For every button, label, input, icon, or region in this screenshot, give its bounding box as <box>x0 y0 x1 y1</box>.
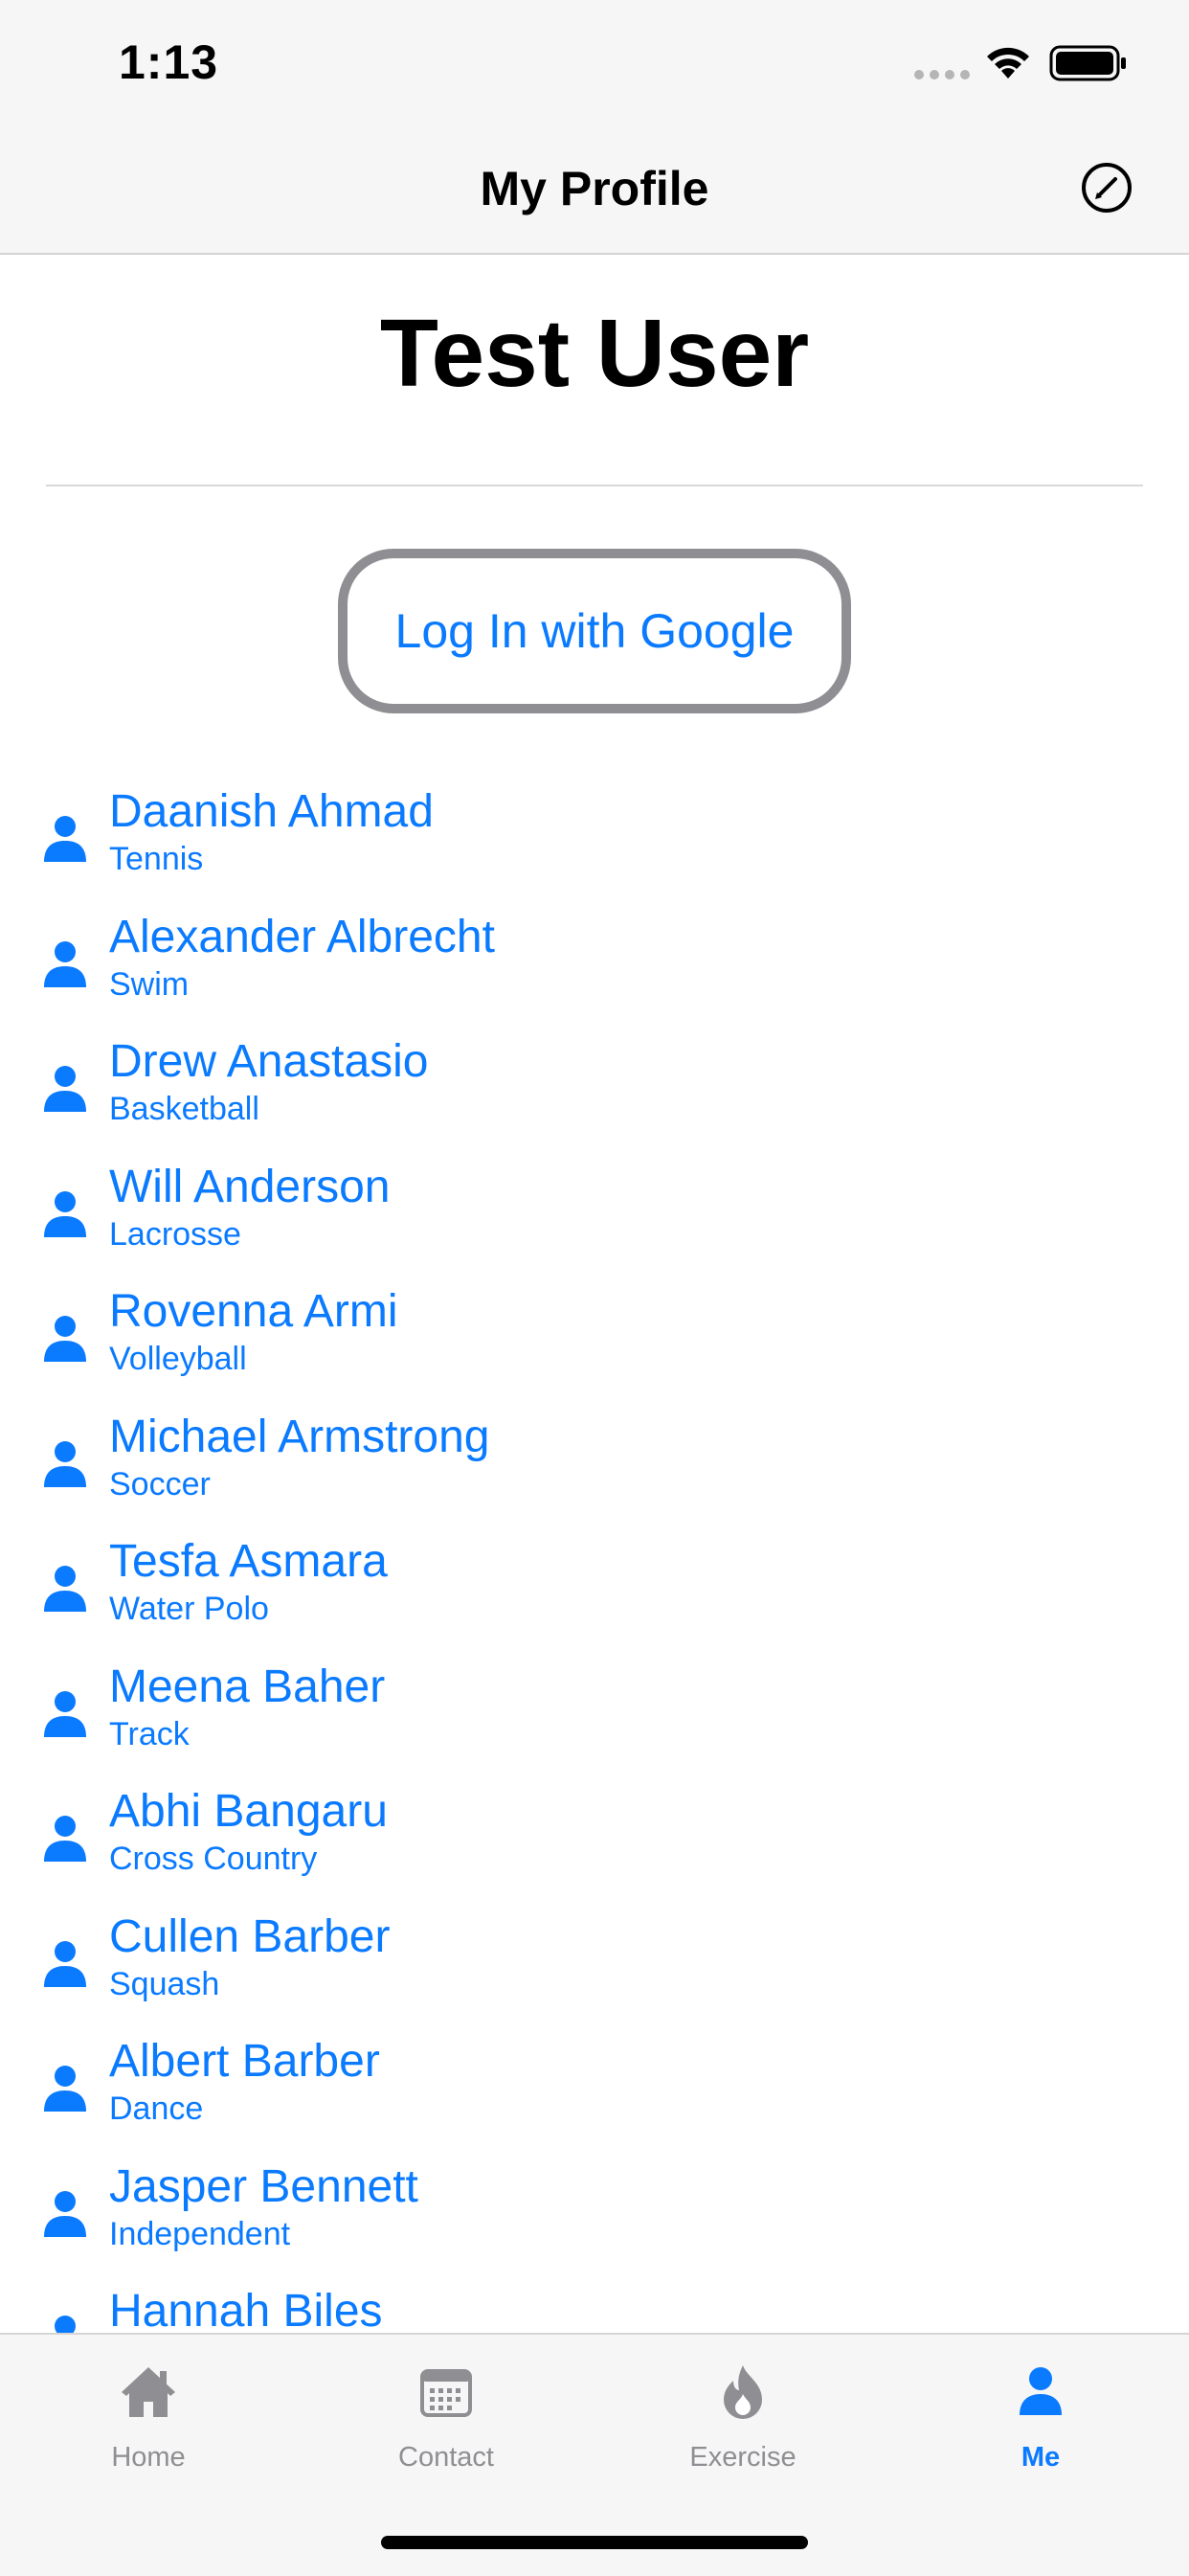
home-icon <box>122 2367 175 2417</box>
person-icon <box>44 1440 86 1487</box>
contact-name: Hannah Biles <box>109 2286 383 2337</box>
google-login-button[interactable]: Log In with Google <box>338 549 851 713</box>
contact-row[interactable]: Tesfa Asmara Water Polo <box>0 1535 1189 1661</box>
contact-sport: Track <box>109 1715 190 1752</box>
home-indicator <box>381 2536 808 2549</box>
cellular-signal-icon <box>914 70 970 79</box>
contact-name: Meena Baher <box>109 1661 386 1712</box>
contact-row[interactable]: Albert Barber Dance <box>0 2035 1189 2160</box>
contact-row[interactable]: Cullen Barber Squash <box>0 1910 1189 2036</box>
contact-row[interactable]: Daanish Ahmad Tennis <box>0 785 1189 911</box>
tab-contact[interactable]: Contact <box>350 2361 542 2474</box>
contact-sport: Tennis <box>109 841 204 877</box>
contact-name: Jasper Bennett <box>109 2160 418 2212</box>
contact-sport: Lacrosse <box>109 1215 241 1253</box>
tab-me[interactable]: Me <box>945 2361 1136 2474</box>
contact-sport: Volleyball <box>109 1341 247 1377</box>
contact-sport: Soccer <box>109 1465 211 1503</box>
contact-name: Drew Anastasio <box>109 1036 429 1087</box>
flame-icon <box>724 2365 762 2419</box>
page-title: My Profile <box>480 162 709 215</box>
navigation-bar: My Profile <box>0 134 1189 255</box>
wifi-icon <box>987 47 1029 79</box>
contact-name: Rovenna Armi <box>109 1286 398 1337</box>
person-icon <box>44 1316 86 1362</box>
contact-row[interactable]: Rovenna Armi Volleyball <box>0 1285 1189 1411</box>
contact-name: Tesfa Asmara <box>109 1536 388 1587</box>
contact-row[interactable]: Jasper Bennett Independent <box>0 2160 1189 2286</box>
status-bar: 1:13 <box>0 0 1189 134</box>
contact-name: Daanish Ahmad <box>109 786 434 837</box>
tab-home[interactable]: Home <box>53 2361 244 2474</box>
person-icon <box>44 1690 86 1737</box>
tab-exercise[interactable]: Exercise <box>647 2361 839 2474</box>
contact-row[interactable]: Michael Armstrong Soccer <box>0 1411 1189 1536</box>
contact-row[interactable]: Alexander Albrecht Swim <box>0 911 1189 1036</box>
contact-sport: Dance <box>109 2090 204 2127</box>
tab-label-home: Home <box>111 2442 186 2473</box>
person-icon <box>44 1566 86 1612</box>
contact-name: Alexander Albrecht <box>109 911 495 962</box>
profile-name: Test User <box>379 300 810 407</box>
contact-row[interactable]: Abhi Bangaru Cross Country <box>0 1785 1189 1910</box>
compose-icon <box>1082 163 1132 213</box>
contact-name: Albert Barber <box>109 2036 380 2087</box>
contact-sport: Independent <box>109 2215 291 2252</box>
person-icon <box>44 1066 86 1112</box>
person-icon <box>44 816 86 862</box>
contact-row[interactable]: Drew Anastasio Basketball <box>0 1035 1189 1161</box>
contact-sport: Swim <box>109 965 190 1003</box>
contact-row[interactable]: Will Anderson Lacrosse <box>0 1161 1189 1286</box>
contact-row[interactable]: Meena Baher Track <box>0 1661 1189 1786</box>
status-time: 1:13 <box>119 35 219 89</box>
contact-name: Will Anderson <box>109 1161 391 1212</box>
person-icon <box>44 1816 86 1862</box>
contact-sport: Squash <box>109 1965 220 2002</box>
calendar-icon <box>420 2369 472 2417</box>
compose-button[interactable] <box>1080 161 1133 215</box>
battery-icon <box>1049 45 1126 81</box>
contact-list: Daanish Ahmad Tennis Alexander Albrecht Swi… <box>0 785 1189 2410</box>
person-icon <box>44 940 86 987</box>
divider <box>46 485 1143 486</box>
contact-sport: Basketball <box>109 1091 259 1127</box>
contact-sport: Water Polo <box>109 1591 269 1627</box>
person-icon <box>1020 2367 1062 2415</box>
person-icon <box>44 1940 86 1987</box>
contact-name: Cullen Barber <box>109 1910 391 1962</box>
contact-name: Abhi Bangaru <box>109 1786 388 1837</box>
contact-name: Michael Armstrong <box>109 1411 490 1462</box>
person-icon <box>44 2190 86 2237</box>
person-icon <box>44 1190 86 1237</box>
tab-label-exercise: Exercise <box>689 2442 796 2473</box>
tab-label-me: Me <box>1021 2442 1061 2473</box>
tab-label-contact: Contact <box>398 2442 494 2473</box>
person-icon <box>44 2066 86 2112</box>
contact-sport: Cross Country <box>109 1841 318 1877</box>
